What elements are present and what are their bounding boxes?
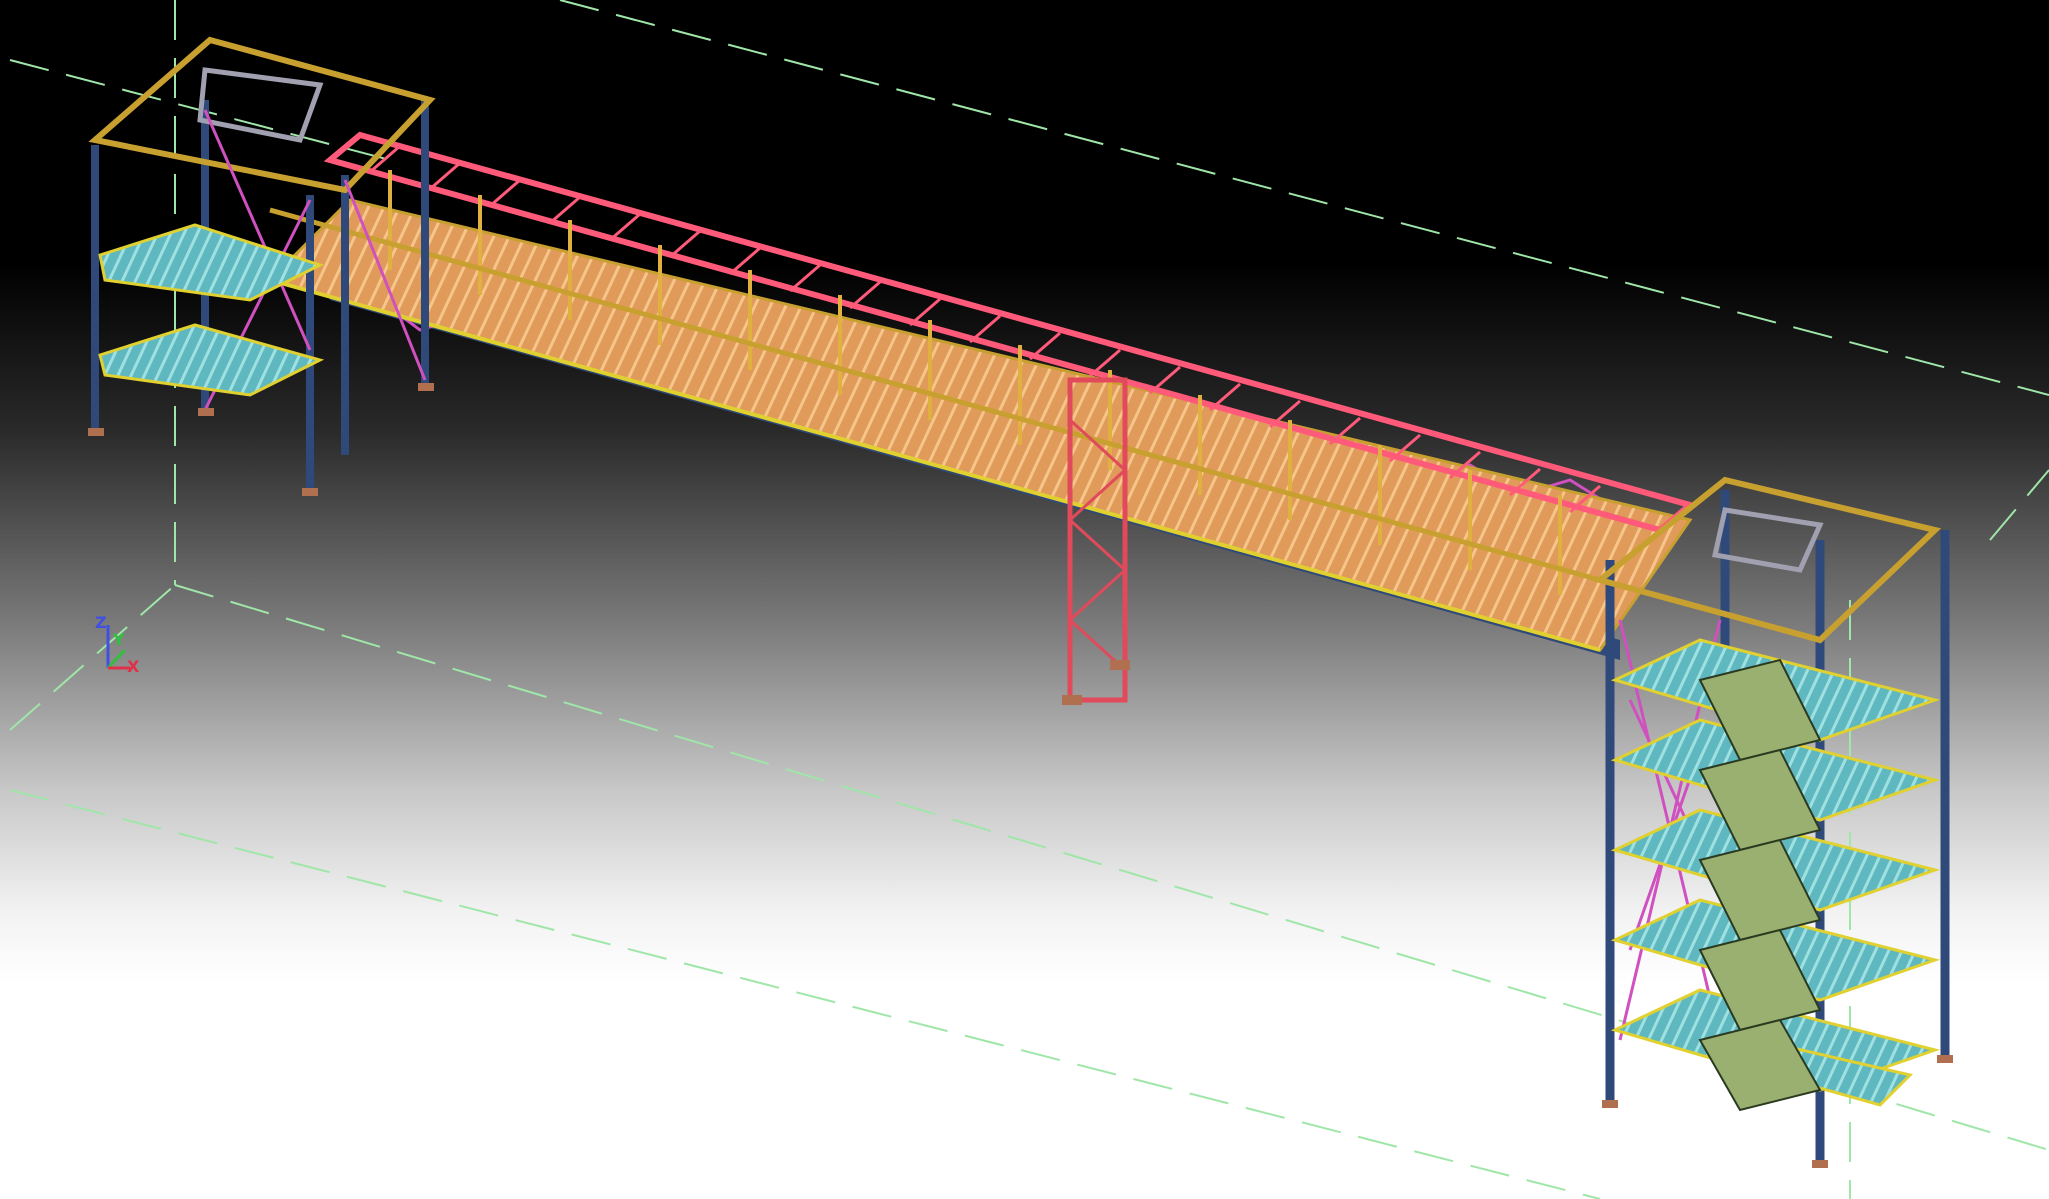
z-axis-label: Z	[95, 613, 107, 632]
x-axis-label: X	[127, 657, 140, 676]
walkway-bridge[interactable]	[267, 131, 1697, 660]
right-stair-tower[interactable]	[1593, 476, 1953, 1168]
structural-model-canvas[interactable]: Z Y X	[0, 0, 2049, 1199]
y-axis-label: Y	[112, 630, 125, 649]
3d-model-viewport[interactable]: Z Y X	[0, 0, 2049, 1199]
y-axis-line	[106, 648, 127, 670]
axis-triad: Z Y X	[95, 613, 140, 676]
